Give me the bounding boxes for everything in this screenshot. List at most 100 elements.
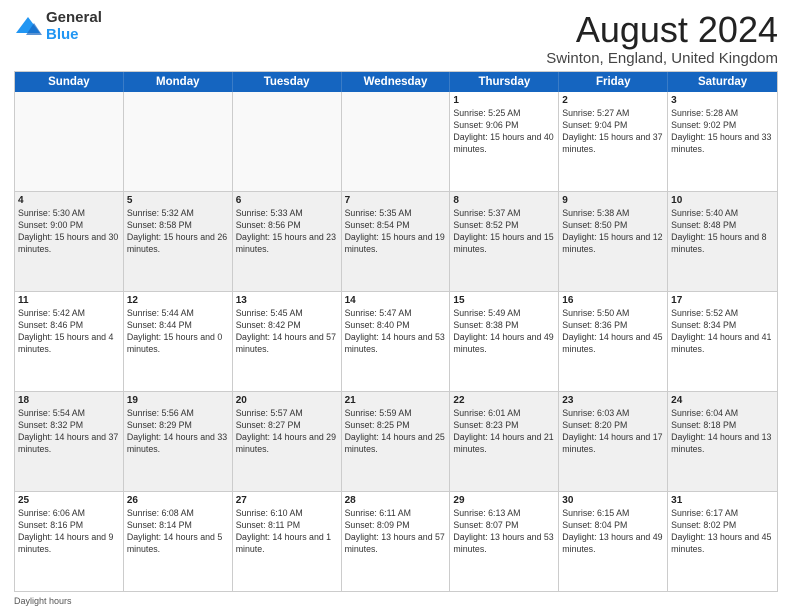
sunrise-text: Sunrise: 6:04 AM — [671, 408, 774, 420]
calendar-body: 1Sunrise: 5:25 AMSunset: 9:06 PMDaylight… — [15, 92, 777, 591]
day-number: 31 — [671, 494, 774, 508]
day-number: 3 — [671, 94, 774, 108]
daylight-text: Daylight: 15 hours and 0 minutes. — [127, 332, 229, 356]
week-row-3: 11Sunrise: 5:42 AMSunset: 8:46 PM Dayligh… — [15, 291, 777, 391]
sunrise-text: Sunrise: 5:35 AM — [345, 208, 447, 220]
day-cell-21: 21Sunrise: 5:59 AMSunset: 8:25 PMDayligh… — [342, 392, 451, 491]
sunset-text: Sunset: 8:16 PM — [18, 520, 120, 532]
daylight-text: Daylight: 14 hours and 45 minutes. — [562, 332, 664, 356]
sunset-text: Sunset: 8:11 PM — [236, 520, 338, 532]
sunset-text: Sunset: 8:14 PM — [127, 520, 229, 532]
calendar-header: SundayMondayTuesdayWednesdayThursdayFrid… — [15, 72, 777, 92]
day-cell-14: 14Sunrise: 5:47 AMSunset: 8:40 PMDayligh… — [342, 292, 451, 391]
sunset-text: Sunset: 8:40 PM — [345, 320, 447, 332]
day-number: 9 — [562, 194, 664, 208]
sunset-text: Sunset: 8:34 PM — [671, 320, 774, 332]
day-number: 22 — [453, 394, 555, 408]
day-number: 20 — [236, 394, 338, 408]
daylight-text: Daylight: 15 hours and 26 minutes. — [127, 232, 229, 256]
sunrise-text: Sunrise: 6:11 AM — [345, 508, 447, 520]
day-number: 30 — [562, 494, 664, 508]
day-cell-16: 16Sunrise: 5:50 AMSunset: 8:36 PMDayligh… — [559, 292, 668, 391]
sunset-text: Sunset: 9:02 PM — [671, 120, 774, 132]
daylight-text: Daylight: 15 hours and 15 minutes. — [453, 232, 555, 256]
daylight-text: Daylight: 14 hours and 37 minutes. — [18, 432, 120, 456]
sunset-text: Sunset: 8:50 PM — [562, 220, 664, 232]
day-number: 7 — [345, 194, 447, 208]
day-number: 11 — [18, 294, 120, 308]
header-day-friday: Friday — [559, 72, 668, 92]
daylight-text: Daylight: 15 hours and 8 minutes. — [671, 232, 774, 256]
sunset-text: Sunset: 8:25 PM — [345, 420, 447, 432]
main-title: August 2024 — [546, 10, 778, 50]
sunrise-text: Sunrise: 5:37 AM — [453, 208, 555, 220]
logo-blue: Blue — [46, 27, 102, 44]
sunset-text: Sunset: 9:06 PM — [453, 120, 555, 132]
daylight-text: Daylight: 15 hours and 12 minutes. — [562, 232, 664, 256]
daylight-text: Daylight: 14 hours and 33 minutes. — [127, 432, 229, 456]
day-number: 10 — [671, 194, 774, 208]
empty-cell — [15, 92, 124, 191]
sunset-text: Sunset: 9:04 PM — [562, 120, 664, 132]
header: General Blue August 2024 Swinton, Englan… — [14, 10, 778, 67]
sunrise-text: Sunrise: 5:47 AM — [345, 308, 447, 320]
sunset-text: Sunset: 8:04 PM — [562, 520, 664, 532]
week-row-5: 25Sunrise: 6:06 AMSunset: 8:16 PMDayligh… — [15, 491, 777, 591]
footer: Daylight hours — [14, 596, 778, 606]
day-cell-20: 20Sunrise: 5:57 AMSunset: 8:27 PMDayligh… — [233, 392, 342, 491]
day-cell-8: 8Sunrise: 5:37 AMSunset: 8:52 PMDaylight… — [450, 192, 559, 291]
sunset-text: Sunset: 8:44 PM — [127, 320, 229, 332]
sunrise-text: Sunrise: 5:28 AM — [671, 108, 774, 120]
sunrise-text: Sunrise: 5:42 AM — [18, 308, 120, 320]
sunset-text: Sunset: 8:42 PM — [236, 320, 338, 332]
day-number: 2 — [562, 94, 664, 108]
logo: General Blue — [14, 10, 102, 43]
sunrise-text: Sunrise: 5:33 AM — [236, 208, 338, 220]
header-day-tuesday: Tuesday — [233, 72, 342, 92]
week-row-4: 18Sunrise: 5:54 AMSunset: 8:32 PMDayligh… — [15, 391, 777, 491]
sunset-text: Sunset: 8:46 PM — [18, 320, 120, 332]
day-cell-26: 26Sunrise: 6:08 AMSunset: 8:14 PMDayligh… — [124, 492, 233, 591]
day-cell-24: 24Sunrise: 6:04 AMSunset: 8:18 PMDayligh… — [668, 392, 777, 491]
sunset-text: Sunset: 9:00 PM — [18, 220, 120, 232]
sunset-text: Sunset: 8:48 PM — [671, 220, 774, 232]
sunrise-text: Sunrise: 6:17 AM — [671, 508, 774, 520]
day-number: 18 — [18, 394, 120, 408]
sunrise-text: Sunrise: 5:52 AM — [671, 308, 774, 320]
sunrise-text: Sunrise: 5:54 AM — [18, 408, 120, 420]
daylight-text: Daylight: 14 hours and 41 minutes. — [671, 332, 774, 356]
sunrise-text: Sunrise: 6:06 AM — [18, 508, 120, 520]
day-number: 6 — [236, 194, 338, 208]
day-number: 14 — [345, 294, 447, 308]
day-number: 15 — [453, 294, 555, 308]
day-cell-15: 15Sunrise: 5:49 AMSunset: 8:38 PMDayligh… — [450, 292, 559, 391]
day-cell-5: 5Sunrise: 5:32 AMSunset: 8:58 PMDaylight… — [124, 192, 233, 291]
day-cell-28: 28Sunrise: 6:11 AMSunset: 8:09 PMDayligh… — [342, 492, 451, 591]
sunrise-text: Sunrise: 6:13 AM — [453, 508, 555, 520]
day-number: 23 — [562, 394, 664, 408]
logo-icon — [14, 13, 42, 41]
sunrise-text: Sunrise: 6:08 AM — [127, 508, 229, 520]
daylight-text: Daylight: 15 hours and 33 minutes. — [671, 132, 774, 156]
day-cell-4: 4Sunrise: 5:30 AMSunset: 9:00 PMDaylight… — [15, 192, 124, 291]
week-row-1: 1Sunrise: 5:25 AMSunset: 9:06 PMDaylight… — [15, 92, 777, 191]
sunrise-text: Sunrise: 6:10 AM — [236, 508, 338, 520]
daylight-text: Daylight: 15 hours and 40 minutes. — [453, 132, 555, 156]
day-cell-18: 18Sunrise: 5:54 AMSunset: 8:32 PMDayligh… — [15, 392, 124, 491]
day-cell-25: 25Sunrise: 6:06 AMSunset: 8:16 PMDayligh… — [15, 492, 124, 591]
day-number: 26 — [127, 494, 229, 508]
empty-cell — [233, 92, 342, 191]
sunset-text: Sunset: 8:07 PM — [453, 520, 555, 532]
day-cell-13: 13Sunrise: 5:45 AMSunset: 8:42 PMDayligh… — [233, 292, 342, 391]
day-number: 28 — [345, 494, 447, 508]
day-cell-29: 29Sunrise: 6:13 AMSunset: 8:07 PMDayligh… — [450, 492, 559, 591]
sunrise-text: Sunrise: 5:45 AM — [236, 308, 338, 320]
day-cell-30: 30Sunrise: 6:15 AMSunset: 8:04 PMDayligh… — [559, 492, 668, 591]
header-day-thursday: Thursday — [450, 72, 559, 92]
day-number: 17 — [671, 294, 774, 308]
page: General Blue August 2024 Swinton, Englan… — [0, 0, 792, 612]
daylight-text: Daylight: 14 hours and 9 minutes. — [18, 532, 120, 556]
day-cell-23: 23Sunrise: 6:03 AMSunset: 8:20 PMDayligh… — [559, 392, 668, 491]
day-number: 27 — [236, 494, 338, 508]
sunrise-text: Sunrise: 5:59 AM — [345, 408, 447, 420]
